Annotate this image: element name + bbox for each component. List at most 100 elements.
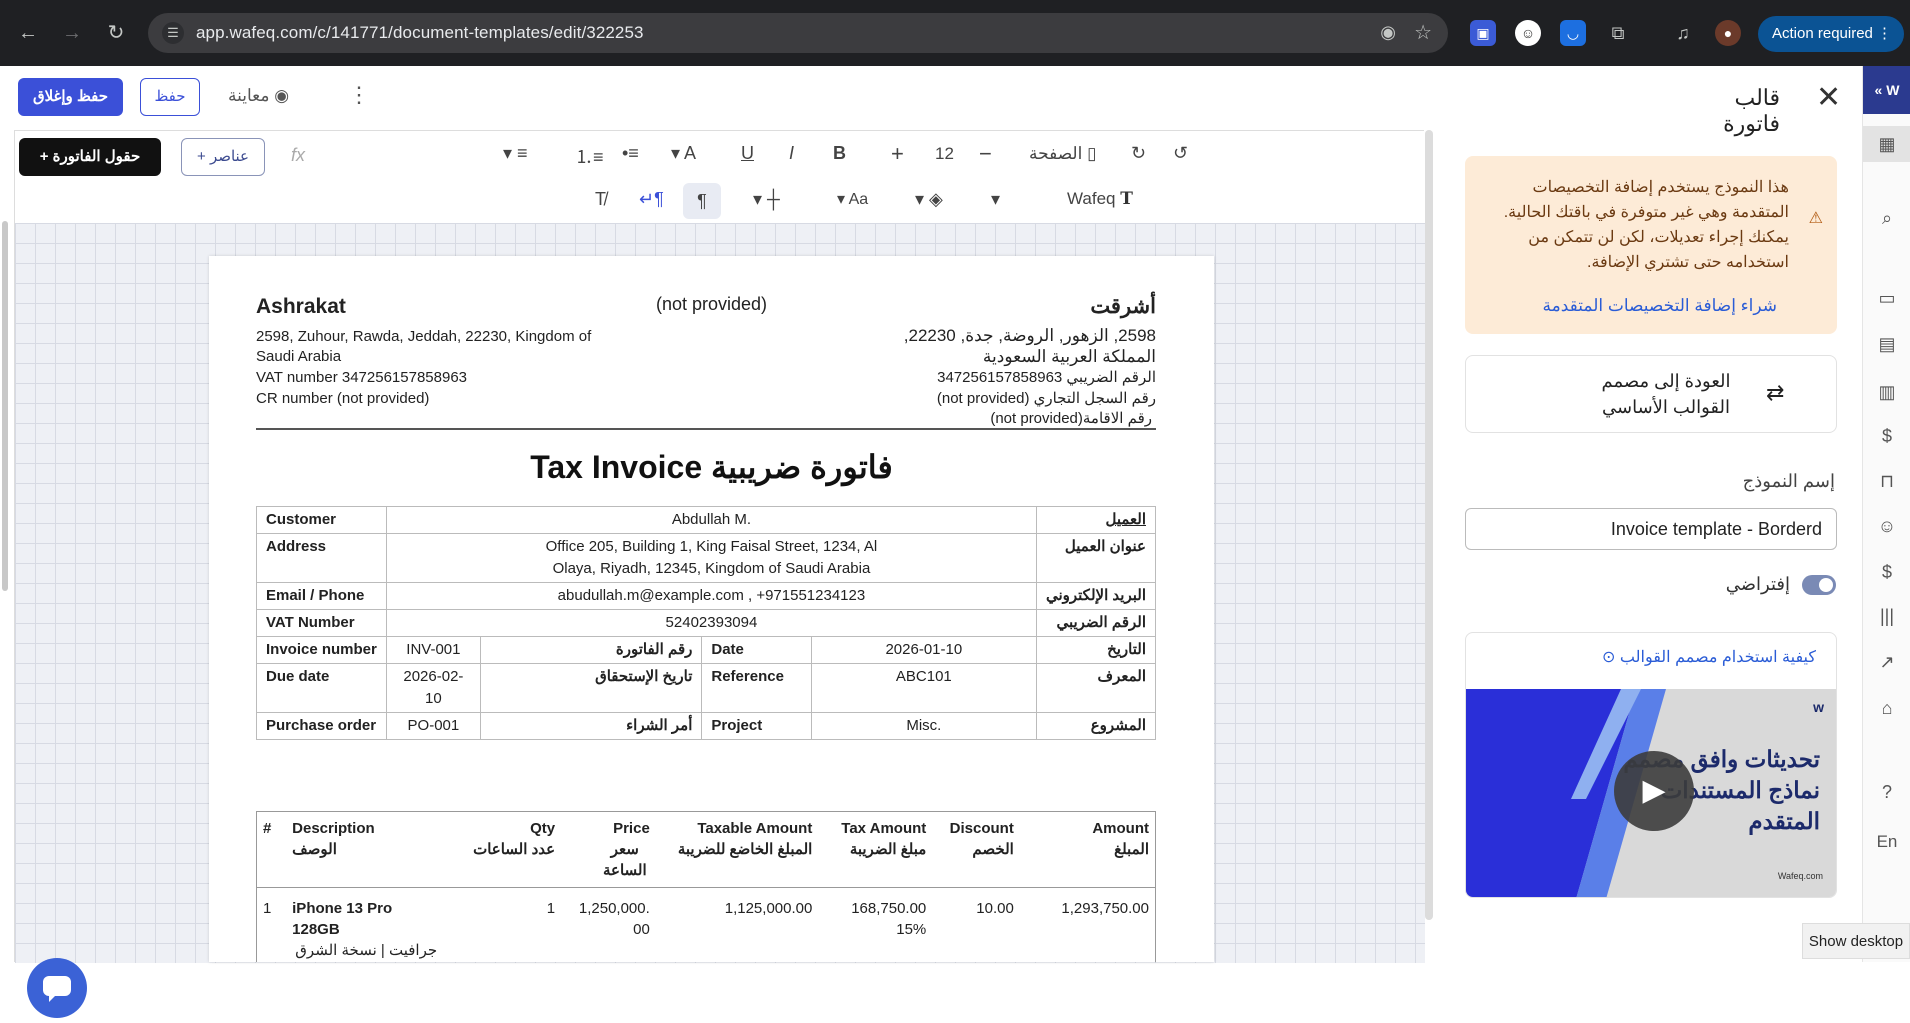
redo-icon[interactable]: ↻ (1131, 143, 1146, 164)
bold-icon[interactable]: B (833, 143, 846, 164)
address-value[interactable]: Office 205, Building 1, King Faisal Stre… (385, 533, 1037, 583)
email-label-en[interactable]: Email / Phone (256, 582, 387, 610)
preview-button[interactable]: معاينة ◉ (228, 86, 289, 106)
po-value[interactable]: PO-001 (385, 712, 481, 740)
underline-icon[interactable]: U (741, 143, 754, 164)
invoice-number-label-ar[interactable]: رقم الفاتورة (479, 636, 703, 664)
chat-button[interactable] (27, 958, 87, 1018)
text-case-icon[interactable]: ▾ Aa (837, 189, 868, 209)
col-description[interactable]: Description الوصف (286, 811, 444, 888)
template-name-input[interactable]: Invoice template - Borderd (1465, 508, 1837, 550)
item-discount[interactable]: 10.00 (932, 888, 1020, 963)
formula-icon[interactable]: fx (291, 145, 305, 166)
date-value[interactable]: 2026-01-10 (810, 636, 1037, 664)
item-price[interactable]: 1,250,000.00 (561, 888, 656, 963)
col-qty[interactable]: Qty عدد الساعات (443, 811, 562, 888)
reload-icon[interactable]: ↻ (102, 19, 130, 47)
search-icon[interactable]: ⌕ (1863, 208, 1910, 229)
customer-label-en[interactable]: Customer (256, 506, 387, 534)
howto-link[interactable]: كيفية استخدام مصمم القوالب ⊙ (1602, 647, 1816, 667)
save-close-button[interactable]: حفظ وإغلاق (18, 78, 123, 116)
col-amount[interactable]: Amount المبلغ (1019, 811, 1156, 888)
project-label-en[interactable]: Project (701, 712, 812, 740)
extension-icon[interactable]: ◡ (1560, 20, 1586, 46)
bank-icon[interactable]: ⌂ (1863, 698, 1910, 719)
action-required-button[interactable]: Action required ⋮ (1758, 16, 1904, 52)
tutorial-video[interactable]: w تحديثات وافق مصمم نماذج المستندات المت… (1466, 689, 1836, 897)
col-taxable[interactable]: Taxable Amount المبلغ الخاضع للضريبة (655, 811, 819, 888)
default-toggle[interactable] (1802, 575, 1836, 595)
item-qty[interactable]: 1 (443, 888, 561, 963)
col-price[interactable]: Price سعر الساعة (561, 811, 656, 888)
font-size-decrease-icon[interactable]: − (979, 141, 992, 167)
sidebar-collapse[interactable]: « W (1863, 66, 1910, 114)
puzzle-icon[interactable]: ⧉ (1605, 20, 1631, 46)
dropdown-icon[interactable]: ▾ (991, 189, 1000, 210)
table-border-icon[interactable]: ▾ ┼ (753, 189, 780, 210)
media-icon[interactable]: ♫ (1670, 20, 1696, 46)
date-label-ar[interactable]: التاريخ (1035, 636, 1157, 664)
url-text[interactable]: app.wafeq.com/c/141771/document-template… (196, 23, 644, 43)
document-title[interactable]: Tax Invoice فاتورة ضريبية (209, 448, 1214, 486)
bookmark-star-icon[interactable]: ☆ (1414, 20, 1432, 45)
font-size-value[interactable]: 12 (935, 144, 954, 164)
email-value[interactable]: abudullah.m@example.com , +971551234123 (385, 582, 1037, 610)
project-value[interactable]: Misc. (810, 712, 1037, 740)
date-label-en[interactable]: Date (701, 636, 812, 664)
back-to-basic-designer-button[interactable]: العودة إلى مصمم القوالب الأساسي ⇄ (1465, 355, 1837, 433)
font-family-select[interactable]: Wafeq T (1067, 189, 1133, 209)
language-switch[interactable]: En (1863, 832, 1910, 852)
numbered-list-icon[interactable]: ⒈≡ (575, 143, 604, 169)
item-amount[interactable]: 1,293,750.00 (1019, 887, 1156, 962)
extension-icon[interactable]: ▣ (1470, 20, 1496, 46)
extension-icon[interactable]: ☺ (1515, 20, 1541, 46)
play-button[interactable]: ▶ (1614, 751, 1694, 831)
font-size-increase-icon[interactable]: + (891, 141, 904, 167)
invoice-fields-button[interactable]: + حقول الفاتورة (19, 138, 161, 176)
item-num[interactable]: 1 (256, 887, 287, 962)
inbox-icon[interactable]: ▭ (1863, 288, 1910, 309)
email-label-ar[interactable]: البريد الإلكتروني (1035, 582, 1157, 610)
bullet-list-icon[interactable]: •≡ (622, 143, 639, 164)
page-settings-button[interactable]: الصفحة ▯ (1029, 144, 1096, 164)
company-cr-en[interactable]: CR number (not provided) (256, 386, 429, 411)
invoice-number-value[interactable]: INV-001 (385, 636, 481, 664)
company-name-ar[interactable]: أشرقت (759, 294, 1156, 319)
vat-label-en[interactable]: VAT Number (256, 609, 387, 637)
col-discount[interactable]: Discount الخصم (932, 811, 1020, 888)
due-date-label-ar[interactable]: تاريخ الإستحقاق (479, 663, 703, 713)
forward-icon[interactable]: → (58, 19, 86, 47)
dashboard-icon[interactable]: ▤ (1863, 334, 1910, 355)
col-tax[interactable]: Tax Amount مبلغ الضريبة (818, 811, 933, 888)
vat-value[interactable]: 52402393094 (385, 609, 1037, 637)
buy-addon-link[interactable]: شراء إضافة التخصيصات المتقدمة (1543, 296, 1778, 316)
building-icon[interactable]: ▦ (1863, 126, 1910, 162)
save-button[interactable]: حفظ (140, 78, 200, 116)
item-taxable[interactable]: 1,125,000.00 (656, 888, 819, 963)
close-icon[interactable]: ✕ (1816, 80, 1841, 115)
back-icon[interactable]: ← (14, 19, 42, 47)
address-bar[interactable]: ☰ app.wafeq.com/c/141771/document-templa… (148, 13, 1448, 53)
customer-label-ar[interactable]: العميل (1035, 506, 1157, 534)
reports-icon[interactable]: ▥ (1863, 382, 1910, 403)
project-label-ar[interactable]: المشروع (1035, 712, 1157, 740)
clear-format-icon[interactable]: T̸ (595, 189, 606, 210)
italic-icon[interactable]: I (789, 143, 794, 164)
money-icon[interactable]: $ (1863, 426, 1910, 447)
scrollbar[interactable] (2, 221, 8, 591)
shopping-bag-icon[interactable]: ⊓ (1863, 471, 1910, 492)
invoice-number-label-en[interactable]: Invoice number (256, 636, 387, 664)
col-num[interactable]: # (256, 811, 287, 888)
due-date-label-en[interactable]: Due date (256, 663, 387, 713)
item-description[interactable]: iPhone 13 Pro 128GB جرافيت | نسخة الشرق (286, 888, 443, 963)
ltr-paragraph-icon[interactable]: ¶ (683, 183, 721, 219)
rtl-icon[interactable]: ↵¶ (639, 189, 664, 210)
eye-icon[interactable]: ◉ (1380, 22, 1396, 43)
address-label-en[interactable]: Address (256, 533, 387, 583)
avatar[interactable]: ● (1715, 20, 1741, 46)
text-color-icon[interactable]: ▾ A (671, 143, 696, 164)
contacts-icon[interactable]: ☺ (1863, 516, 1910, 537)
reference-label-en[interactable]: Reference (701, 663, 812, 713)
help-icon[interactable]: ? (1863, 782, 1910, 803)
vat-label-ar[interactable]: الرقم الضريبي (1035, 609, 1157, 637)
